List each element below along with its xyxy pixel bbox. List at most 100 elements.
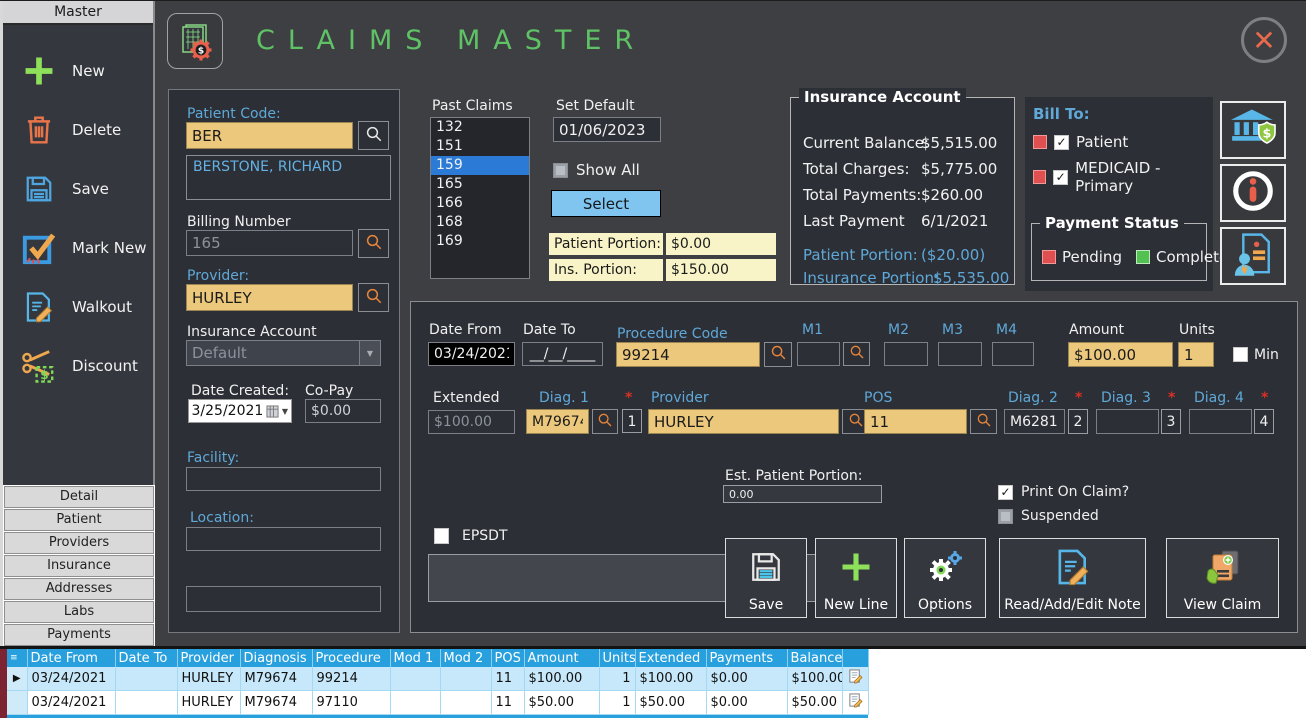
- options-button[interactable]: Options: [904, 538, 986, 618]
- info-button[interactable]: [1220, 164, 1286, 222]
- suspended-checkbox[interactable]: [998, 509, 1013, 524]
- line-provider-input[interactable]: [648, 409, 839, 434]
- past-claims-list[interactable]: 132 151 159 165 166 168 169: [430, 117, 530, 279]
- provider-search-button[interactable]: [358, 283, 389, 312]
- col-balance[interactable]: Balance: [787, 649, 842, 667]
- table-row[interactable]: ▶ 03/24/2021 HURLEY M79674 99214 11 $100…: [7, 667, 868, 691]
- view-claim-button[interactable]: View Claim: [1166, 538, 1279, 618]
- billing-number-search-button[interactable]: [358, 229, 389, 258]
- tab-detail[interactable]: Detail: [4, 486, 154, 508]
- claim-card-icon: [1202, 539, 1244, 594]
- list-item[interactable]: 169: [431, 232, 529, 251]
- insurance-bank-button[interactable]: $: [1220, 101, 1286, 159]
- amount-input[interactable]: [1068, 342, 1173, 367]
- list-item[interactable]: 166: [431, 194, 529, 213]
- extended-input[interactable]: [428, 410, 515, 434]
- pos-search-button[interactable]: [970, 409, 997, 434]
- patient-code-input[interactable]: [186, 122, 353, 149]
- new-line-button[interactable]: New Line: [815, 538, 897, 618]
- billing-number-input[interactable]: [186, 230, 353, 256]
- walkout-button[interactable]: Walkout: [3, 277, 153, 336]
- diag2-required-marker: *: [1075, 390, 1082, 406]
- m2-label: M2: [888, 322, 909, 338]
- est-patient-portion-input[interactable]: [723, 485, 882, 503]
- save-button[interactable]: Save: [3, 159, 153, 218]
- select-button[interactable]: Select: [551, 190, 661, 217]
- tab-insurance[interactable]: Insurance: [4, 555, 154, 577]
- note-button[interactable]: Read/Add/Edit Note: [999, 538, 1146, 618]
- row-selector[interactable]: ▶: [7, 667, 27, 691]
- location-input[interactable]: [186, 527, 381, 551]
- print-on-claim-checkbox[interactable]: ✓: [998, 485, 1013, 500]
- row-selector[interactable]: [7, 691, 27, 715]
- col-mod2[interactable]: Mod 2: [440, 649, 491, 667]
- list-item[interactable]: 151: [431, 137, 529, 156]
- search-icon: [365, 233, 383, 255]
- bill-to-medicaid-checkbox[interactable]: ✓: [1053, 170, 1068, 185]
- m2-input[interactable]: [884, 342, 928, 366]
- col-pos[interactable]: POS: [491, 649, 524, 667]
- facility-input[interactable]: [186, 467, 381, 491]
- patient-name-box: BERSTONE, RICHARD: [186, 155, 391, 200]
- col-diagnosis[interactable]: Diagnosis: [240, 649, 312, 667]
- diag2-input[interactable]: [1004, 409, 1065, 434]
- col-date-to[interactable]: Date To: [115, 649, 177, 667]
- past-claims-label: Past Claims: [432, 98, 513, 114]
- provider-input[interactable]: [186, 284, 353, 311]
- col-extended[interactable]: Extended: [635, 649, 706, 667]
- tab-patient[interactable]: Patient: [4, 509, 154, 531]
- close-button[interactable]: ✕: [1241, 17, 1287, 63]
- list-item-selected[interactable]: 159: [431, 156, 529, 175]
- tab-providers[interactable]: Providers: [4, 532, 154, 554]
- col-mod1[interactable]: Mod 1: [390, 649, 440, 667]
- tab-labs[interactable]: Labs: [4, 601, 154, 623]
- date-to-input[interactable]: [522, 342, 603, 366]
- m4-input[interactable]: [992, 342, 1034, 366]
- epsdt-checkbox[interactable]: [434, 528, 449, 544]
- list-item[interactable]: 132: [431, 118, 529, 137]
- col-amount[interactable]: Amount: [524, 649, 599, 667]
- procedure-code-search-button[interactable]: [764, 342, 792, 367]
- pos-input[interactable]: [864, 409, 967, 434]
- insurance-account-title: Insurance Account: [799, 88, 966, 106]
- patient-code-search-button[interactable]: [358, 121, 389, 150]
- edit-note-cell[interactable]: [842, 667, 868, 691]
- m1-input[interactable]: [797, 342, 840, 366]
- tab-master[interactable]: Master: [3, 1, 153, 25]
- delete-button[interactable]: Delete: [3, 100, 153, 159]
- table-row[interactable]: 03/24/2021 HURLEY M79674 97110 11 $50.00…: [7, 691, 868, 715]
- units-input[interactable]: [1178, 342, 1214, 367]
- tab-addresses[interactable]: Addresses: [4, 578, 154, 600]
- extra-input[interactable]: [186, 586, 381, 612]
- line-save-button[interactable]: Save: [725, 538, 807, 618]
- patient-info-button[interactable]: [1220, 227, 1286, 285]
- mark-new-button[interactable]: Mark New: [3, 218, 153, 277]
- procedure-code-input[interactable]: [616, 342, 760, 367]
- copay-input[interactable]: [305, 399, 381, 423]
- col-procedure[interactable]: Procedure: [312, 649, 390, 667]
- diag3-input[interactable]: [1096, 409, 1159, 434]
- show-all-checkbox[interactable]: [553, 163, 568, 178]
- list-item[interactable]: 168: [431, 213, 529, 232]
- new-button[interactable]: New: [3, 41, 153, 100]
- set-default-input[interactable]: [553, 117, 661, 142]
- col-payments[interactable]: Payments: [706, 649, 787, 667]
- col-units[interactable]: Units: [599, 649, 635, 667]
- min-checkbox[interactable]: [1233, 347, 1248, 362]
- insurance-account-label: Insurance Account: [187, 324, 317, 340]
- bill-to-patient-checkbox[interactable]: ✓: [1054, 135, 1069, 150]
- edit-note-cell[interactable]: [842, 691, 868, 715]
- discount-button[interactable]: $ Discount: [3, 336, 153, 395]
- col-date-from[interactable]: Date From: [27, 649, 115, 667]
- diag4-input[interactable]: [1189, 409, 1252, 434]
- m1-search-button[interactable]: [843, 342, 870, 366]
- insurance-account-select[interactable]: Default ▼: [186, 340, 381, 366]
- col-provider[interactable]: Provider: [177, 649, 240, 667]
- diag1-input[interactable]: [526, 409, 589, 434]
- m3-input[interactable]: [938, 342, 982, 366]
- tab-payments[interactable]: Payments: [4, 624, 154, 646]
- date-from-input[interactable]: [428, 342, 515, 366]
- date-created-picker[interactable]: 3/25/2021 ▼: [188, 399, 292, 423]
- list-item[interactable]: 165: [431, 175, 529, 194]
- diag1-search-button[interactable]: [592, 409, 618, 434]
